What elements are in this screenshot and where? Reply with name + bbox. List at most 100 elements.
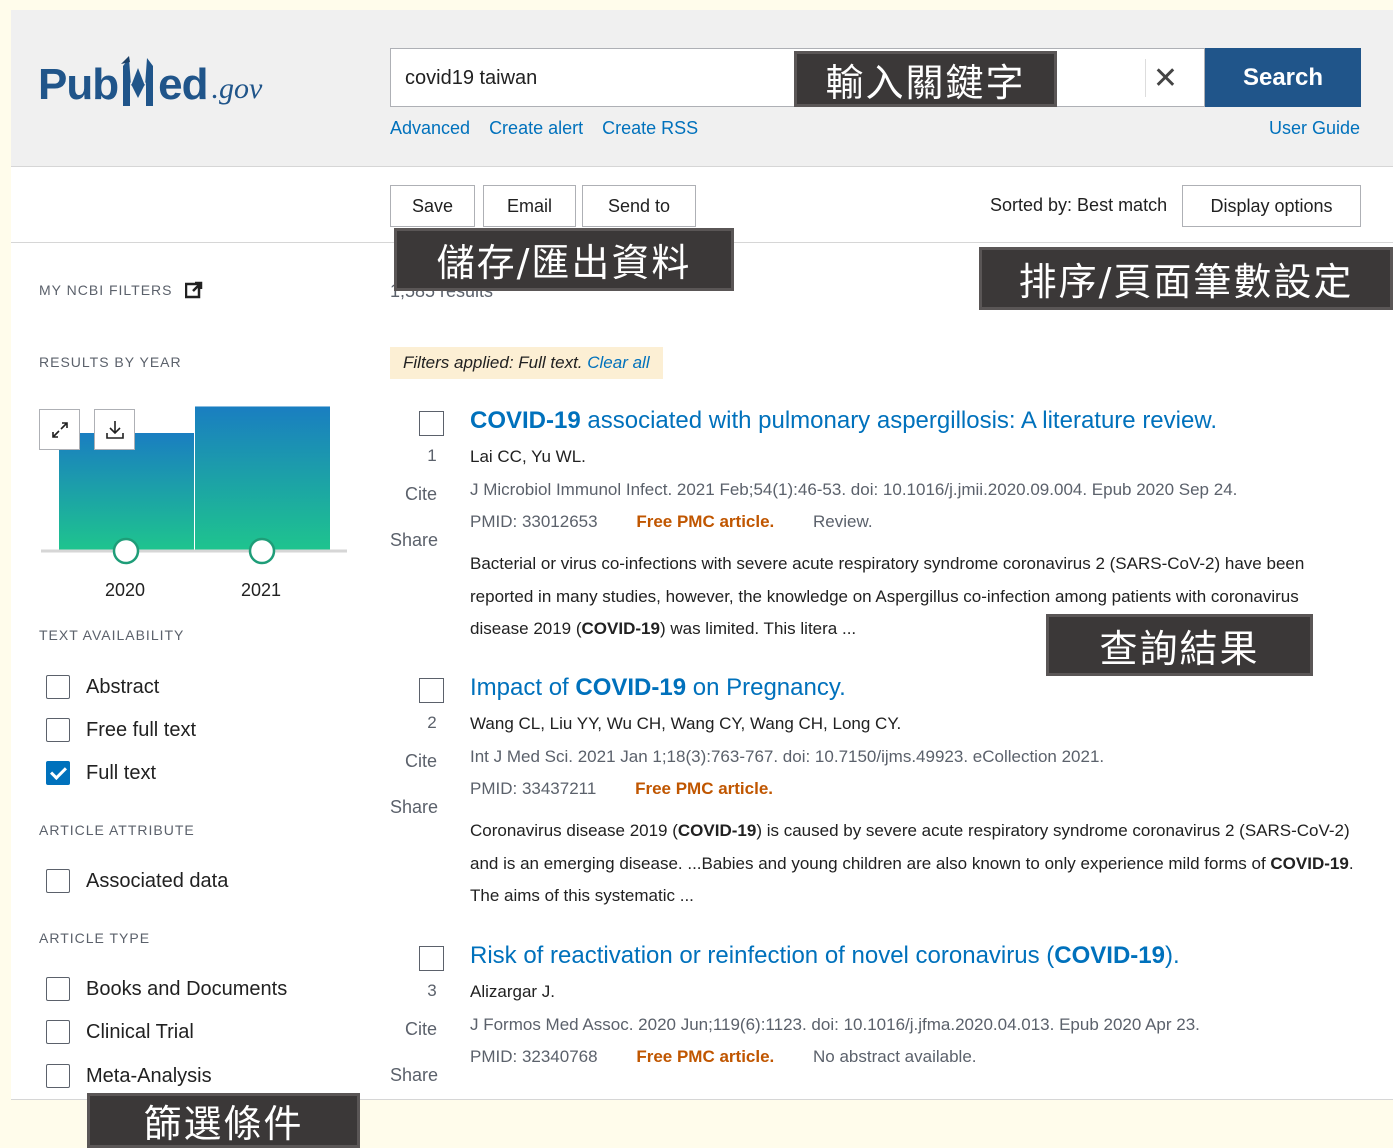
external-link-icon — [184, 281, 202, 299]
result-title-link[interactable]: COVID-19 associated with pulmonary asper… — [470, 407, 1217, 435]
expand-icon — [51, 421, 68, 438]
result-authors: Wang CL, Liu YY, Wu CH, Wang CY, Wang CH… — [470, 714, 902, 733]
result-checkbox[interactable] — [419, 678, 444, 703]
result-meta: PMID: 33437211 Free PMC article. — [470, 779, 773, 799]
expand-chart-button[interactable] — [39, 409, 80, 450]
my-ncbi-filters-label: MY NCBI FILTERS — [39, 282, 173, 298]
email-button[interactable]: Email — [483, 185, 576, 227]
result-pmid: PMID: 33437211 — [470, 779, 597, 798]
logo-pub: Pub — [38, 60, 119, 109]
cite-button[interactable]: Cite — [390, 484, 437, 505]
histogram-bar-2021 — [195, 406, 330, 550]
download-icon — [105, 420, 124, 439]
no-abstract-note: No abstract available. — [813, 1047, 977, 1066]
callout-filters: 篩選條件 — [87, 1093, 360, 1148]
result-journal-citation: Int J Med Sci. 2021 Jan 1;18(3):763-767.… — [470, 747, 1105, 766]
filter-full-text[interactable]: Full text — [46, 761, 156, 785]
result-title-link[interactable]: Risk of reactivation or reinfection of n… — [470, 942, 1180, 970]
checkbox[interactable] — [46, 1064, 70, 1088]
callout-enter-keyword: 輸入關鍵字 — [794, 51, 1057, 107]
histogram-handle-2020 — [112, 537, 140, 565]
checkbox[interactable] — [46, 977, 70, 1001]
header: Pub ed .gov ✕ Search Advanced Create ale… — [11, 10, 1393, 167]
checkbox-checked[interactable] — [46, 761, 70, 785]
pubmed-logo[interactable]: Pub ed .gov — [38, 50, 262, 110]
result-pmid: PMID: 33012653 — [470, 512, 598, 531]
filter-free-full-text[interactable]: Free full text — [46, 718, 196, 742]
callout-sort-display: 排序/頁面筆數設定 — [979, 247, 1393, 310]
result-title-link[interactable]: Impact of COVID-19 on Pregnancy. — [470, 674, 846, 702]
my-ncbi-filters-heading[interactable]: MY NCBI FILTERS — [39, 281, 203, 299]
clear-search-button[interactable]: ✕ — [1145, 59, 1185, 97]
display-options-button[interactable]: Display options — [1182, 185, 1361, 227]
histogram-handle-2021 — [248, 537, 276, 565]
result-checkbox[interactable] — [419, 411, 444, 436]
search-links: Advanced Create alert Create RSS — [390, 118, 698, 139]
filter-abstract[interactable]: Abstract — [46, 675, 159, 699]
save-button[interactable]: Save — [390, 185, 475, 227]
checkbox[interactable] — [46, 869, 70, 893]
download-chart-button[interactable] — [94, 409, 135, 450]
result-journal-citation: J Microbiol Immunol Infect. 2021 Feb;54(… — [470, 480, 1238, 499]
close-icon: ✕ — [1152, 61, 1179, 95]
filter-label: Full text — [86, 761, 157, 784]
result-number: 1 — [427, 446, 437, 465]
user-guide-link[interactable]: User Guide — [1269, 118, 1360, 139]
filter-label: Books and Documents — [86, 977, 288, 1000]
result-number: 3 — [427, 981, 437, 1000]
result-pmid: PMID: 32340768 — [470, 1047, 598, 1066]
share-button[interactable]: Share — [390, 1065, 438, 1086]
publication-type: Review. — [813, 512, 873, 531]
advanced-link[interactable]: Advanced — [390, 118, 470, 139]
filter-label: Abstract — [86, 675, 160, 698]
cite-button[interactable]: Cite — [390, 1019, 437, 1040]
results-by-year-histogram[interactable]: 2020 2021 — [39, 394, 348, 600]
result-journal-citation: J Formos Med Assoc. 2020 Jun;119(6):1123… — [470, 1015, 1200, 1034]
checkbox[interactable] — [46, 718, 70, 742]
filter-meta-analysis[interactable]: Meta-Analysis — [46, 1064, 212, 1088]
search-button[interactable]: Search — [1205, 48, 1361, 107]
filters-applied-text: Filters applied: Full text. — [403, 353, 583, 372]
result-meta: PMID: 32340768 Free PMC article. No abst… — [470, 1047, 977, 1067]
pubmed-window: Pub ed .gov ✕ Search Advanced Create ale… — [11, 10, 1393, 1100]
filters-applied-bar: Filters applied: Full text. Clear all — [390, 347, 663, 379]
free-pmc-badge: Free PMC article. — [636, 512, 775, 531]
filter-associated-data[interactable]: Associated data — [46, 869, 228, 893]
clear-all-link[interactable]: Clear all — [587, 353, 649, 372]
share-button[interactable]: Share — [390, 530, 438, 551]
create-rss-link[interactable]: Create RSS — [602, 118, 698, 139]
result-authors: Lai CC, Yu WL. — [470, 447, 586, 466]
callout-save-export: 儲存/匯出資料 — [394, 228, 734, 291]
callout-results: 查詢結果 — [1046, 614, 1313, 676]
logo-m-icon — [119, 56, 157, 110]
result-meta: PMID: 33012653 Free PMC article. Review. — [470, 512, 873, 532]
filter-clinical-trial[interactable]: Clinical Trial — [46, 1020, 194, 1044]
send-to-button[interactable]: Send to — [582, 185, 696, 227]
result-snippet: Coronavirus disease 2019 (COVID-19) is c… — [470, 821, 1354, 905]
result-checkbox[interactable] — [419, 946, 444, 971]
logo-ed: ed — [158, 60, 208, 109]
filter-label: Associated data — [86, 869, 229, 892]
article-attribute-heading: ARTICLE ATTRIBUTE — [39, 822, 195, 838]
search-input[interactable] — [405, 63, 805, 93]
histogram-label-2021: 2021 — [241, 580, 282, 600]
result-number: 2 — [427, 713, 437, 732]
free-pmc-badge: Free PMC article. — [636, 1047, 775, 1066]
filter-label: Clinical Trial — [86, 1020, 194, 1043]
results-by-year-heading: RESULTS BY YEAR — [39, 354, 182, 370]
article-type-heading: ARTICLE TYPE — [39, 930, 151, 946]
logo-gov: .gov — [211, 72, 263, 105]
checkbox[interactable] — [46, 1020, 70, 1044]
free-pmc-badge: Free PMC article. — [635, 779, 774, 798]
sorted-by-label[interactable]: Sorted by: Best match — [990, 195, 1167, 216]
create-alert-link[interactable]: Create alert — [489, 118, 583, 139]
checkbox[interactable] — [46, 675, 70, 699]
histogram-label-2020: 2020 — [105, 580, 146, 600]
filter-label: Free full text — [86, 718, 197, 741]
cite-button[interactable]: Cite — [390, 751, 437, 772]
filter-books-and-documents[interactable]: Books and Documents — [46, 977, 287, 1001]
histogram-bar-2020 — [59, 433, 194, 550]
filter-label: Meta-Analysis — [86, 1064, 212, 1087]
share-button[interactable]: Share — [390, 797, 438, 818]
text-availability-heading: TEXT AVAILABILITY — [39, 627, 185, 643]
